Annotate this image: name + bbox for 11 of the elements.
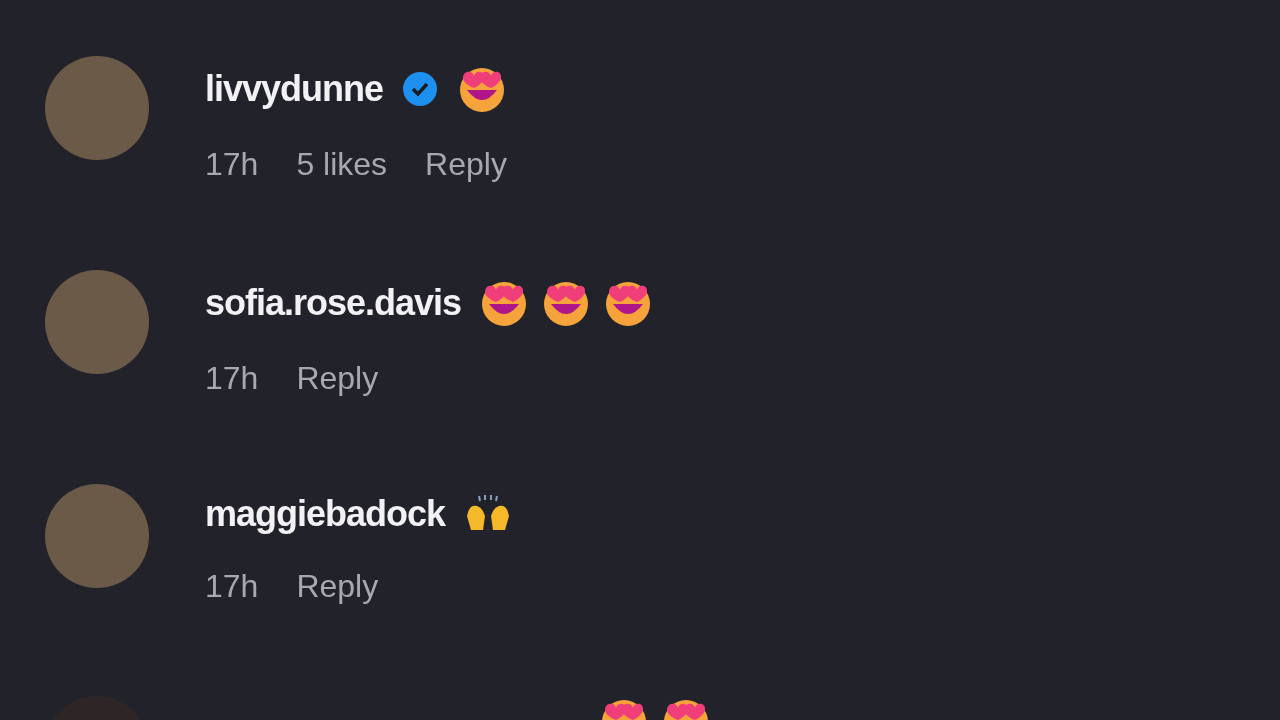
comment-time: 17h [205,567,259,606]
reply-link[interactable]: Reply [296,566,379,606]
comment-time: 17h [205,145,259,184]
username[interactable]: maggiebadock [205,492,446,536]
username[interactable]: sofia.rose.davis [205,281,462,325]
reply-link[interactable]: Reply [296,358,379,398]
verified-badge-icon [401,70,440,108]
username[interactable]: livvydunne [205,67,384,111]
comment-time: 17h [205,359,259,398]
like-count[interactable]: 5 likes [296,144,388,184]
reply-link[interactable]: Reply [425,144,507,184]
